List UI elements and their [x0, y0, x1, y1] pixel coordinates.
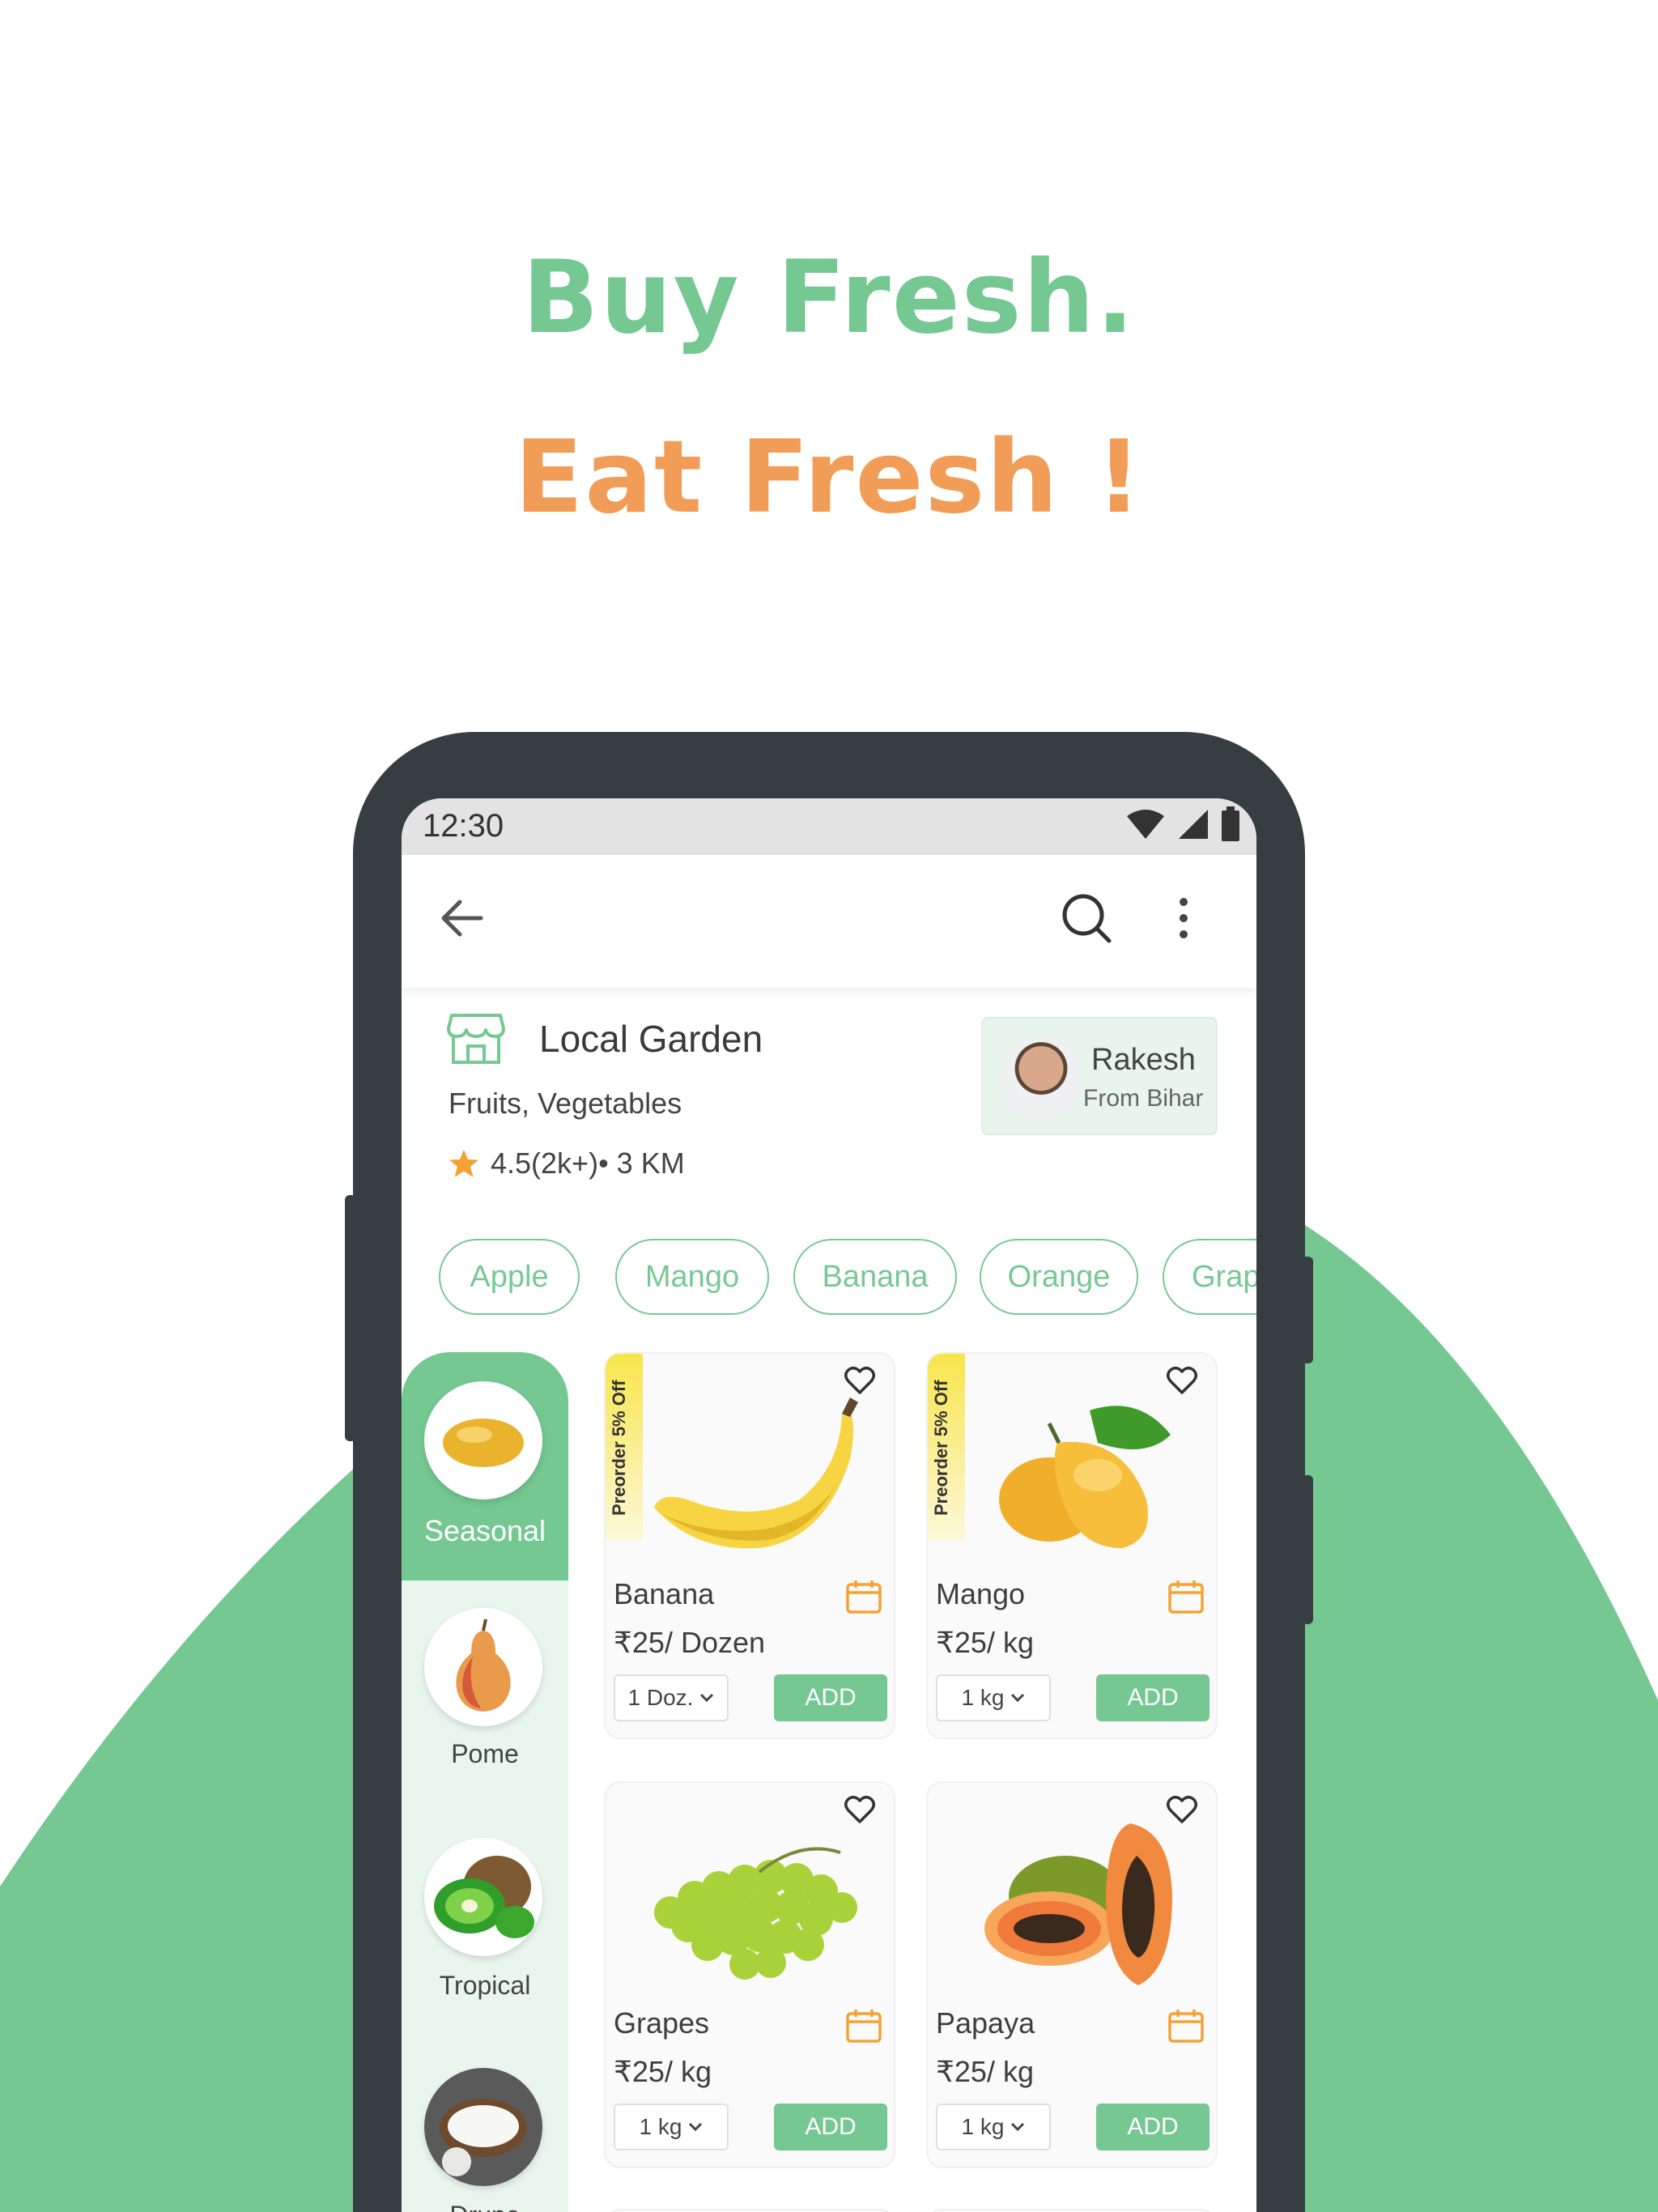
pome-thumbnail [424, 1608, 542, 1726]
category-chips: Apple Mango Banana Orange Grap [439, 1239, 1256, 1317]
product-card-next-left[interactable] [604, 2209, 895, 2212]
chevron-down-icon [689, 2122, 703, 2132]
tropical-thumbnail [424, 1838, 542, 1956]
quantity-select[interactable]: 1 kg [936, 2104, 1051, 2150]
product-card-banana[interactable]: Preorder 5% Off Banana ₹25/ Dozen 1 Doz.… [604, 1352, 895, 1739]
add-button[interactable]: ADD [1096, 2104, 1209, 2150]
sidebar-label-seasonal: Seasonal [423, 1514, 546, 1547]
store-rating: 4.5(2k+)• 3 KM [491, 1146, 685, 1180]
seller-name: Rakesh [1091, 1043, 1196, 1077]
store-icon [447, 1014, 505, 1064]
product-card-papaya[interactable]: Papaya ₹25/ kg 1 kg ADD [926, 1781, 1218, 2168]
chevron-down-icon [1011, 1693, 1025, 1703]
product-price: ₹25/ kg [614, 2055, 712, 2088]
battery-icon [1222, 806, 1239, 841]
product-card-mango[interactable]: Preorder 5% Off Mango ₹25/ kg 1 kg ADD [926, 1352, 1218, 1739]
product-card-grapes[interactable]: Grapes ₹25/ kg 1 kg ADD [604, 1781, 895, 2168]
mango-image [999, 1406, 1171, 1548]
quantity-select[interactable]: 1 kg [614, 2104, 729, 2150]
phone-screen: 12:30 Local Garden Fruits, Vegetables 4.… [402, 798, 1256, 2212]
product-price: ₹25/ kg [936, 1626, 1034, 1659]
more-vert-icon[interactable] [1175, 897, 1192, 939]
chip-grapes[interactable]: Grap [1163, 1239, 1256, 1315]
seller-location: From Bihar [1083, 1085, 1204, 1112]
wifi-icon [1127, 810, 1164, 839]
sidebar-item-tropical[interactable]: Tropical [402, 1809, 568, 2039]
add-button[interactable]: ADD [1096, 1674, 1209, 1721]
chip-banana[interactable]: Banana [793, 1239, 957, 1315]
category-sidebar: Seasonal Pome Tropical Drupe [402, 1352, 568, 2212]
chip-mango[interactable]: Mango [615, 1239, 769, 1315]
sidebar-item-drupe[interactable]: Drupe [402, 2039, 568, 2212]
product-name: Banana [614, 1577, 715, 1610]
status-bar: 12:30 [402, 798, 1256, 855]
seasonal-thumbnail [424, 1381, 542, 1499]
quantity-select[interactable]: 1 kg [936, 1674, 1051, 1721]
store-name: Local Garden [539, 1018, 763, 1060]
phone-side-button-left [345, 1195, 356, 1441]
quantity-select[interactable]: 1 Doz. [614, 1674, 729, 1721]
app-bar [402, 855, 1256, 988]
add-button[interactable]: ADD [774, 1674, 887, 1721]
headline-eat-fresh: Eat Fresh ! [514, 419, 1144, 536]
store-rating-row: 4.5(2k+)• 3 KM [449, 1146, 685, 1180]
phone-side-button-right-upper [1302, 1257, 1313, 1363]
banana-image [654, 1397, 858, 1549]
product-name: Papaya [936, 2006, 1035, 2040]
status-time: 12:30 [423, 808, 504, 844]
chevron-down-icon [700, 1693, 714, 1703]
search-icon[interactable] [1061, 892, 1114, 946]
chip-apple[interactable]: Apple [439, 1239, 580, 1315]
sidebar-label-tropical: Tropical [439, 1971, 531, 2000]
chip-orange[interactable]: Orange [980, 1239, 1138, 1315]
sidebar-item-pome[interactable]: Pome [402, 1580, 568, 1809]
headline-buy-fresh: Buy Fresh. [521, 240, 1136, 356]
grapes-image [654, 1847, 857, 1980]
calendar-icon[interactable] [845, 1579, 882, 1614]
sidebar-item-seasonal[interactable]: Seasonal [402, 1352, 568, 1580]
product-price: ₹25/ kg [936, 2055, 1034, 2088]
add-button[interactable]: ADD [774, 2104, 887, 2150]
avatar [1001, 1035, 1082, 1119]
product-name: Grapes [614, 2006, 710, 2040]
product-name: Mango [936, 1577, 1026, 1610]
phone-side-button-right-lower [1302, 1475, 1313, 1624]
papaya-image [984, 1823, 1172, 1985]
seller-card[interactable]: Rakesh From Bihar [981, 1017, 1218, 1135]
product-price: ₹25/ Dozen [614, 1626, 766, 1659]
drupe-thumbnail [424, 2068, 542, 2186]
calendar-icon[interactable] [1167, 1579, 1205, 1614]
sidebar-label-drupe: Drupe [402, 2201, 568, 2212]
star-icon [449, 1150, 478, 1177]
back-arrow-icon[interactable] [439, 897, 484, 939]
chevron-down-icon [1011, 2122, 1025, 2132]
sidebar-label-pome: Pome [451, 1739, 519, 1768]
calendar-icon[interactable] [1167, 2008, 1205, 2044]
calendar-icon[interactable] [845, 2008, 882, 2044]
signal-icon [1179, 810, 1208, 839]
product-card-next-right[interactable] [926, 2209, 1218, 2212]
status-icons [1125, 806, 1240, 842]
store-categories: Fruits, Vegetables [449, 1087, 682, 1120]
